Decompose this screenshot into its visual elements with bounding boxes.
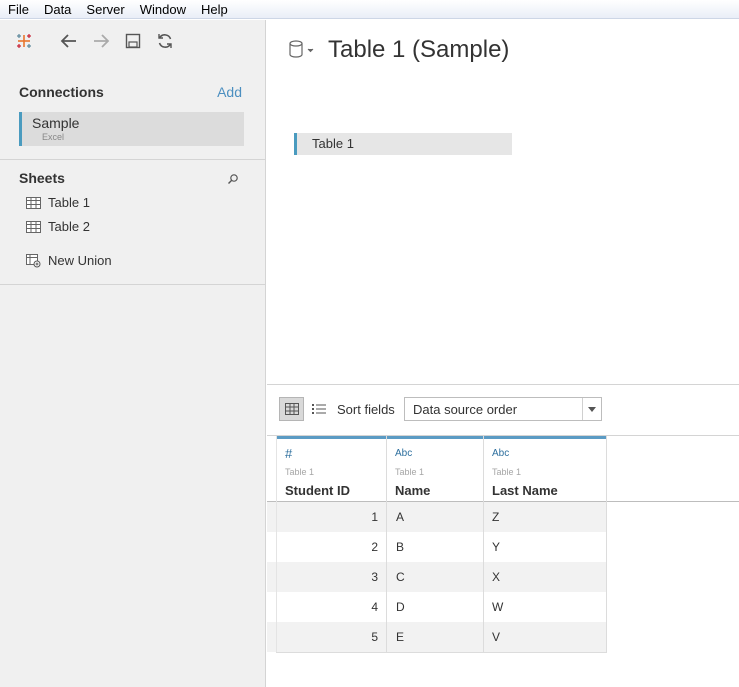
table-row: 1 A Z (276, 502, 607, 532)
search-icon[interactable] (227, 172, 239, 190)
connection-type: Excel (42, 132, 65, 142)
cell-name: B (396, 540, 405, 554)
grid-border (276, 652, 607, 653)
sheets-title: Sheets (19, 170, 65, 186)
row-stub (267, 532, 276, 562)
menu-window[interactable]: Window (132, 0, 193, 19)
column-source: Table 1 (285, 467, 315, 477)
column-header-name[interactable]: Abc Table 1 Name (387, 436, 483, 502)
sort-fields-select[interactable]: Data source order (404, 397, 602, 421)
divider (0, 284, 266, 285)
number-type-icon[interactable]: # (285, 446, 292, 461)
grid-view-button[interactable] (279, 397, 304, 421)
column-divider[interactable] (386, 436, 387, 653)
menu-bar: File Data Server Window Help (0, 0, 739, 19)
table-row: 5 E V (276, 622, 607, 652)
table-row: 3 C X (276, 562, 607, 592)
column-name: Student ID (285, 483, 350, 498)
cell-student-id: 4 (371, 600, 378, 614)
grid-border (276, 436, 277, 653)
tableau-logo-icon[interactable] (12, 29, 36, 53)
toolbar (0, 20, 266, 60)
sheet-label: Table 2 (48, 219, 90, 234)
cell-name: D (396, 600, 405, 614)
new-union-item[interactable]: New Union (26, 253, 112, 268)
menu-help[interactable]: Help (193, 0, 235, 19)
table-icon (26, 196, 41, 209)
divider (0, 159, 266, 160)
sort-fields-value: Data source order (413, 402, 518, 417)
column-header-last-name[interactable]: Abc Table 1 Last Name (484, 436, 606, 502)
sheet-item-table-1[interactable]: Table 1 (26, 195, 90, 210)
list-icon (311, 404, 326, 414)
cell-student-id: 5 (371, 630, 378, 644)
sheet-item-table-2[interactable]: Table 2 (26, 219, 90, 234)
chevron-down-icon[interactable] (582, 398, 601, 420)
column-source: Table 1 (395, 467, 425, 477)
cell-student-id: 2 (371, 540, 378, 554)
table-icon (26, 220, 41, 233)
connection-item-sample[interactable]: Sample Excel (19, 112, 244, 146)
canvas-table-label: Table 1 (312, 136, 354, 151)
datasource-icon[interactable] (288, 40, 316, 65)
datasource-title[interactable]: Table 1 (Sample) (328, 36, 509, 64)
refresh-icon[interactable] (153, 29, 177, 53)
row-stub (267, 592, 276, 622)
cell-name: E (396, 630, 405, 644)
column-header-student-id[interactable]: # Table 1 Student ID (277, 436, 386, 502)
menu-server[interactable]: Server (78, 0, 131, 19)
back-arrow-icon[interactable] (57, 29, 81, 53)
table-row: 4 D W (276, 592, 607, 622)
string-type-icon[interactable]: Abc (492, 448, 509, 459)
new-union-label: New Union (48, 253, 112, 268)
row-stub (267, 562, 276, 592)
cell-last-name: V (492, 630, 501, 644)
cell-last-name: W (492, 600, 504, 614)
add-connection-link[interactable]: Add (217, 84, 242, 100)
grid-icon (284, 403, 299, 415)
row-stub (267, 622, 276, 652)
column-source: Table 1 (492, 467, 522, 477)
grid-border (606, 436, 607, 653)
menu-data[interactable]: Data (36, 0, 78, 19)
cell-last-name: Y (492, 540, 501, 554)
cell-name: A (396, 510, 405, 524)
cell-student-id: 1 (371, 510, 378, 524)
sheet-label: Table 1 (48, 195, 90, 210)
left-panel: Connections Add Sample Excel Sheets Tabl… (0, 20, 266, 687)
string-type-icon[interactable]: Abc (395, 448, 412, 459)
canvas-table-item[interactable]: Table 1 (294, 133, 512, 155)
connections-title: Connections (19, 84, 104, 100)
menu-file[interactable]: File (0, 0, 36, 19)
union-icon (26, 253, 41, 267)
row-stub (267, 502, 276, 532)
cell-name: C (396, 570, 405, 584)
cell-last-name: Z (492, 510, 500, 524)
column-name: Name (395, 483, 431, 498)
save-icon[interactable] (121, 29, 145, 53)
column-name: Last Name (492, 483, 558, 498)
table-row: 2 B Y (276, 532, 607, 562)
cell-student-id: 3 (371, 570, 378, 584)
cell-last-name: X (492, 570, 501, 584)
divider (267, 384, 739, 385)
connection-name: Sample (32, 115, 80, 131)
sort-fields-label: Sort fields (337, 402, 395, 417)
forward-arrow-icon[interactable] (89, 29, 113, 53)
column-divider[interactable] (483, 436, 484, 653)
list-view-button[interactable] (306, 397, 331, 421)
